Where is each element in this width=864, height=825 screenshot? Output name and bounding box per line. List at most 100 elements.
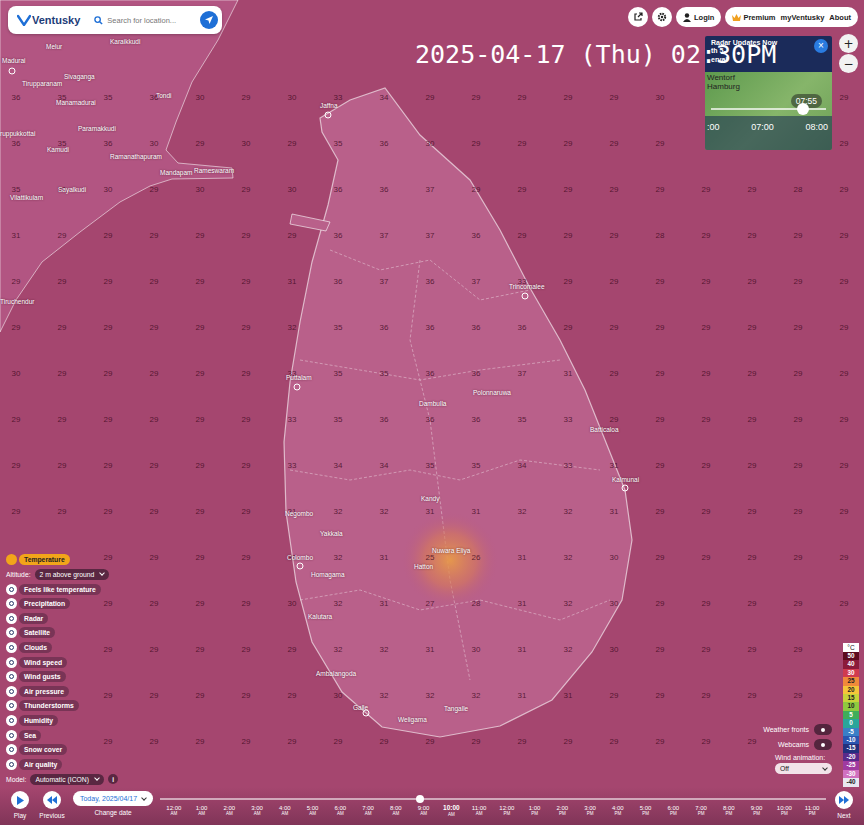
toggle-button[interactable]	[814, 724, 832, 735]
logo[interactable]: Ventusky	[17, 14, 80, 26]
city-label[interactable]: Batticaloa	[590, 427, 619, 434]
city-marker[interactable]	[9, 68, 16, 75]
zoom-out-button[interactable]: −	[839, 54, 858, 73]
city-label[interactable]: Rameswaram	[194, 168, 234, 175]
layer-item[interactable]: Snow cover	[6, 744, 118, 756]
myventusky-link[interactable]: myVentusky	[781, 13, 825, 22]
hour-label[interactable]: 6:00 AM	[327, 805, 355, 817]
layer-item[interactable]: Precipitation	[6, 598, 118, 610]
hour-label[interactable]: 6:00 PM	[660, 805, 688, 817]
layer-item[interactable]: Clouds	[6, 642, 118, 654]
city-label[interactable]: Paramakkudi	[78, 126, 116, 133]
hour-label[interactable]: 7:00 PM	[687, 805, 715, 817]
zoom-in-button[interactable]: +	[839, 34, 858, 53]
hour-label[interactable]: 12:00 AM	[160, 805, 188, 817]
premium-link[interactable]: Premium	[732, 13, 775, 22]
login-button[interactable]: Login	[676, 7, 721, 27]
city-label[interactable]: Kalmunai	[612, 477, 639, 484]
layer-item[interactable]: Temperature	[6, 553, 118, 565]
layer-item[interactable]: Wind speed	[6, 656, 118, 668]
city-label[interactable]: Tangalle	[444, 706, 468, 713]
city-label[interactable]: Trincomalee	[509, 284, 545, 291]
close-button[interactable]: ×	[814, 39, 828, 53]
timeline-knob[interactable]	[416, 795, 424, 803]
city-label[interactable]: Polonnaruwa	[473, 390, 511, 397]
city-marker[interactable]	[325, 112, 332, 119]
city-marker[interactable]	[622, 485, 629, 492]
city-label[interactable]: Mandapam	[160, 170, 193, 177]
radar-slider[interactable]	[711, 108, 826, 110]
hour-label[interactable]: 5:00 PM	[632, 805, 660, 817]
city-label[interactable]: Weligama	[398, 717, 427, 724]
city-label[interactable]: Sayalkudi	[58, 187, 86, 194]
info-button[interactable]: i	[108, 774, 118, 784]
layer-item[interactable]: Sea	[6, 729, 118, 741]
city-label[interactable]: Hatton	[414, 564, 433, 571]
hour-label[interactable]: 8:00 AM	[382, 805, 410, 817]
hour-label[interactable]: 8:00 PM	[715, 805, 743, 817]
city-label[interactable]: Jaffna	[320, 103, 338, 110]
previous-button[interactable]	[43, 791, 61, 809]
city-label[interactable]: Karaikkudi	[110, 39, 140, 46]
city-label[interactable]: Manamadurai	[56, 100, 96, 107]
city-label[interactable]: Madurai	[2, 58, 25, 65]
hour-label[interactable]: 1:00 PM	[521, 805, 549, 817]
hour-label[interactable]: 9:00 AM	[410, 805, 438, 817]
city-label[interactable]: Dambulla	[419, 401, 446, 408]
city-label[interactable]: Vilattikulam	[10, 195, 43, 202]
hour-label[interactable]: 10:00 PM	[771, 805, 799, 817]
city-marker[interactable]	[297, 563, 304, 570]
model-select[interactable]: Automatic (ICON)	[30, 774, 104, 785]
city-label[interactable]: Nuwara Eliya	[432, 548, 470, 555]
hour-label[interactable]: 1:00 AM	[188, 805, 216, 817]
timeline-slider[interactable]	[160, 798, 826, 800]
hour-label[interactable]: 7:00 AM	[354, 805, 382, 817]
layer-item[interactable]: Wind gusts	[6, 671, 118, 683]
layer-item[interactable]: Air quality	[6, 758, 118, 770]
layer-item[interactable]: Air pressure	[6, 685, 118, 697]
hour-label[interactable]: 3:00 PM	[576, 805, 604, 817]
hour-label[interactable]: 3:00 AM	[243, 805, 271, 817]
wind-animation-select[interactable]: Off	[775, 763, 832, 774]
next-button[interactable]	[835, 791, 853, 809]
city-label[interactable]: Tondi	[156, 93, 172, 100]
layer-item[interactable]: Satellite	[6, 627, 118, 639]
city-label[interactable]: Ambalangoda	[316, 671, 356, 678]
hour-label[interactable]: 11:00 PM	[798, 805, 826, 817]
layer-item[interactable]: Feels like temperature	[6, 583, 118, 595]
locate-button[interactable]	[200, 11, 218, 29]
layer-item[interactable]: Humidity	[6, 715, 118, 727]
city-label[interactable]: ruppukkottai	[0, 131, 35, 138]
hour-label[interactable]: 11:00 AM	[465, 805, 493, 817]
city-label[interactable]: Galle	[353, 705, 368, 712]
hour-label[interactable]: 2:00 PM	[549, 805, 577, 817]
city-marker[interactable]	[294, 384, 301, 391]
hour-label[interactable]: 4:00 AM	[271, 805, 299, 817]
city-label[interactable]: Kandy	[421, 496, 439, 503]
layer-item[interactable]: Radar	[6, 612, 118, 624]
hour-label[interactable]: 2:00 AM	[216, 805, 244, 817]
about-link[interactable]: About	[829, 13, 851, 22]
share-button[interactable]	[628, 7, 648, 27]
city-label[interactable]: Kalutara	[308, 614, 332, 621]
city-label[interactable]: Homagama	[311, 572, 345, 579]
city-label[interactable]: Ramanathapuram	[110, 154, 162, 161]
city-label[interactable]: Sivaganga	[64, 74, 95, 81]
layer-item[interactable]: Thunderstorms	[6, 700, 118, 712]
play-button[interactable]	[11, 791, 29, 809]
hour-label[interactable]: 9:00 PM	[743, 805, 771, 817]
city-label[interactable]: Tirupparanam	[22, 81, 62, 88]
date-select[interactable]: Today, 2025/04/17	[73, 791, 153, 806]
city-label[interactable]: Yakkala	[320, 531, 343, 538]
city-label[interactable]: Colombo	[287, 555, 313, 562]
hour-label[interactable]: 4:00 PM	[604, 805, 632, 817]
city-label[interactable]: Kamudi	[47, 147, 69, 154]
hour-label[interactable]: 5:00 AM	[299, 805, 327, 817]
city-label[interactable]: Negombo	[285, 511, 313, 518]
settings-button[interactable]	[652, 7, 672, 27]
hour-label[interactable]: 12:00 PM	[493, 805, 521, 817]
hour-label[interactable]: 10:00 AM	[438, 805, 466, 817]
city-label[interactable]: Tiruchendur	[0, 299, 34, 306]
radar-slider-knob[interactable]	[797, 103, 809, 115]
toggle-button[interactable]	[814, 739, 832, 750]
